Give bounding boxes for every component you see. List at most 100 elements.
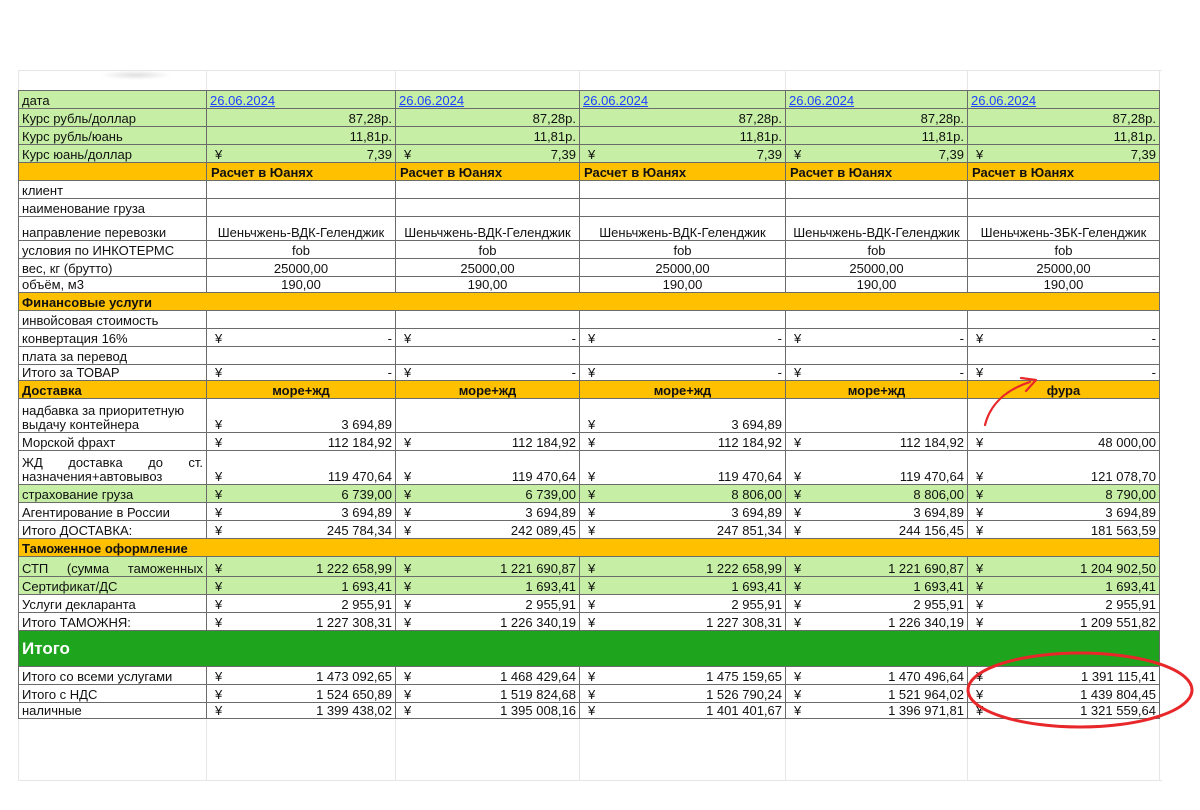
cell-stp-col1[interactable]: ¥1 222 658,99 <box>206 556 396 577</box>
cell-total-goods-col4[interactable]: ¥ - <box>785 364 968 381</box>
cell-total-vat-col1[interactable]: ¥1 524 650,89 <box>206 684 396 703</box>
cell-calc-header-col4[interactable]: Расчет в Юанях <box>785 162 968 181</box>
cell-rate-rub-cny-col2[interactable]: 11,81р. <box>395 126 580 145</box>
cell-weight-col3[interactable]: 25000,00 <box>579 258 786 277</box>
cell-rate-cny-usd-col3[interactable]: ¥7,39 <box>579 144 786 163</box>
cell-delivery-header-col5[interactable]: фура <box>967 380 1160 399</box>
cell-incoterms-col1[interactable]: fob <box>206 240 396 259</box>
cell-weight-col1[interactable]: 25000,00 <box>206 258 396 277</box>
cell-total-delivery-col2[interactable]: ¥242 089,45 <box>395 520 580 539</box>
cell-route-col3[interactable]: Шеньчжень-ВДК-Геленджик <box>579 216 786 241</box>
cell-rate-cny-usd-col2[interactable]: ¥7,39 <box>395 144 580 163</box>
cell-rate-rub-cny-col1[interactable]: 11,81р. <box>206 126 396 145</box>
cell-rate-rub-cny-col4[interactable]: 11,81р. <box>785 126 968 145</box>
cell-total-delivery-col3[interactable]: ¥247 851,34 <box>579 520 786 539</box>
cell-sea-freight-col3[interactable]: ¥112 184,92 <box>579 432 786 451</box>
cell-rate-cny-usd-col1[interactable]: ¥7,39 <box>206 144 396 163</box>
cell-total-all-col4[interactable]: ¥1 470 496,64 <box>785 666 968 685</box>
cell-date-col3[interactable]: 26.06.2024 <box>579 90 786 109</box>
cell-cargo-name-col5[interactable] <box>967 198 1160 217</box>
cell-volume-col4[interactable]: 190,00 <box>785 276 968 293</box>
cell-sea-freight-col5[interactable]: ¥48 000,00 <box>967 432 1160 451</box>
row-label-fin-header[interactable]: Финансовые услуги <box>18 292 1160 311</box>
row-label-total-delivery[interactable]: Итого ДОСТАВКА: <box>18 520 207 539</box>
cell-incoterms-col4[interactable]: fob <box>785 240 968 259</box>
cell-invoice-col4[interactable] <box>785 310 968 329</box>
cell-invoice-col1[interactable] <box>206 310 396 329</box>
cell-volume-col2[interactable]: 190,00 <box>395 276 580 293</box>
cell-client-col2[interactable] <box>395 180 580 199</box>
cell-total-all-col5[interactable]: ¥1 391 115,41 <box>967 666 1160 685</box>
row-label-total-all[interactable]: Итого со всеми услугами <box>18 666 207 685</box>
row-label-delivery-header[interactable]: Доставка <box>18 380 207 399</box>
cell-date-col5[interactable]: 26.06.2024 <box>967 90 1160 109</box>
cell-delivery-header-col1[interactable]: море+жд <box>206 380 396 399</box>
cell-transfer-fee-col4[interactable] <box>785 346 968 365</box>
cell-cargo-name-col2[interactable] <box>395 198 580 217</box>
row-label-customs-header[interactable]: Таможенное оформление <box>18 538 1160 557</box>
cell-agency-col4[interactable]: ¥3 694,89 <box>785 502 968 521</box>
cell-cash-col5[interactable]: ¥1 321 559,64 <box>967 702 1160 719</box>
cell-invoice-col3[interactable] <box>579 310 786 329</box>
row-label-total-goods[interactable]: Итого за ТОВАР <box>18 364 207 381</box>
cell-cash-col3[interactable]: ¥1 401 401,67 <box>579 702 786 719</box>
cell-total-goods-col3[interactable]: ¥ - <box>579 364 786 381</box>
cell-client-col5[interactable] <box>967 180 1160 199</box>
cell-total-customs-col4[interactable]: ¥1 226 340,19 <box>785 612 968 631</box>
cell-total-delivery-col1[interactable]: ¥245 784,34 <box>206 520 396 539</box>
cell-conversion-col2[interactable]: ¥ - <box>395 328 580 347</box>
row-label-rail[interactable]: ЖД доставка до ст. назначения+автовывоз <box>18 450 207 485</box>
cell-declarant-col2[interactable]: ¥2 955,91 <box>395 594 580 613</box>
cell-agency-col3[interactable]: ¥3 694,89 <box>579 502 786 521</box>
row-label-cash[interactable]: наличные <box>18 702 207 719</box>
cell-client-col1[interactable] <box>206 180 396 199</box>
cell-sea-freight-col4[interactable]: ¥112 184,92 <box>785 432 968 451</box>
cell-incoterms-col3[interactable]: fob <box>579 240 786 259</box>
cell-incoterms-col2[interactable]: fob <box>395 240 580 259</box>
cell-total-goods-col1[interactable]: ¥ - <box>206 364 396 381</box>
row-label-invoice[interactable]: инвойсовая стоимость <box>18 310 207 329</box>
row-label-declarant[interactable]: Услуги декларанта <box>18 594 207 613</box>
cell-volume-col3[interactable]: 190,00 <box>579 276 786 293</box>
cell-calc-header-col2[interactable]: Расчет в Юанях <box>395 162 580 181</box>
row-label-rate-cny-usd[interactable]: Курс юань/доллар <box>18 144 207 163</box>
cell-transfer-fee-col5[interactable] <box>967 346 1160 365</box>
cell-transfer-fee-col2[interactable] <box>395 346 580 365</box>
cell-certificate-col2[interactable]: ¥1 693,41 <box>395 576 580 595</box>
cell-total-goods-col5[interactable]: ¥ - <box>967 364 1160 381</box>
cell-total-customs-col3[interactable]: ¥1 227 308,31 <box>579 612 786 631</box>
cell-cash-col1[interactable]: ¥1 399 438,02 <box>206 702 396 719</box>
cell-conversion-col1[interactable]: ¥ - <box>206 328 396 347</box>
cell-date-col2[interactable]: 26.06.2024 <box>395 90 580 109</box>
row-label-cargo-name[interactable]: наименование груза <box>18 198 207 217</box>
cell-certificate-col1[interactable]: ¥1 693,41 <box>206 576 396 595</box>
row-label-client[interactable]: клиент <box>18 180 207 199</box>
cell-rail-col4[interactable]: ¥119 470,64 <box>785 450 968 485</box>
cell-declarant-col1[interactable]: ¥2 955,91 <box>206 594 396 613</box>
cell-stp-col5[interactable]: ¥1 204 902,50 <box>967 556 1160 577</box>
cell-stp-col2[interactable]: ¥1 221 690,87 <box>395 556 580 577</box>
cell-total-all-col3[interactable]: ¥1 475 159,65 <box>579 666 786 685</box>
cell-total-all-col2[interactable]: ¥1 468 429,64 <box>395 666 580 685</box>
cell-route-col2[interactable]: Шеньчжень-ВДК-Геленджик <box>395 216 580 241</box>
cell-route-col1[interactable]: Шеньчжень-ВДК-Геленджик <box>206 216 396 241</box>
row-label-sea-freight[interactable]: Морской фрахт <box>18 432 207 451</box>
row-label-conversion[interactable]: конвертация 16% <box>18 328 207 347</box>
cell-insurance-col2[interactable]: ¥6 739,00 <box>395 484 580 503</box>
cell-delivery-header-col4[interactable]: море+жд <box>785 380 968 399</box>
row-label-grand-header[interactable]: Итого <box>18 630 1160 667</box>
cell-sea-freight-col2[interactable]: ¥112 184,92 <box>395 432 580 451</box>
cell-total-delivery-col5[interactable]: ¥181 563,59 <box>967 520 1160 539</box>
cell-insurance-col1[interactable]: ¥6 739,00 <box>206 484 396 503</box>
cell-conversion-col5[interactable]: ¥ - <box>967 328 1160 347</box>
cell-agency-col5[interactable]: ¥3 694,89 <box>967 502 1160 521</box>
cell-total-customs-col2[interactable]: ¥1 226 340,19 <box>395 612 580 631</box>
row-label-total-customs[interactable]: Итого ТАМОЖНЯ: <box>18 612 207 631</box>
cell-total-vat-col2[interactable]: ¥1 519 824,68 <box>395 684 580 703</box>
row-label-weight[interactable]: вес, кг (брутто) <box>18 258 207 277</box>
cell-weight-col2[interactable]: 25000,00 <box>395 258 580 277</box>
row-label-insurance[interactable]: страхование груза <box>18 484 207 503</box>
cell-total-vat-col5[interactable]: ¥1 439 804,45 <box>967 684 1160 703</box>
cell-insurance-col4[interactable]: ¥8 806,00 <box>785 484 968 503</box>
cell-cargo-name-col3[interactable] <box>579 198 786 217</box>
